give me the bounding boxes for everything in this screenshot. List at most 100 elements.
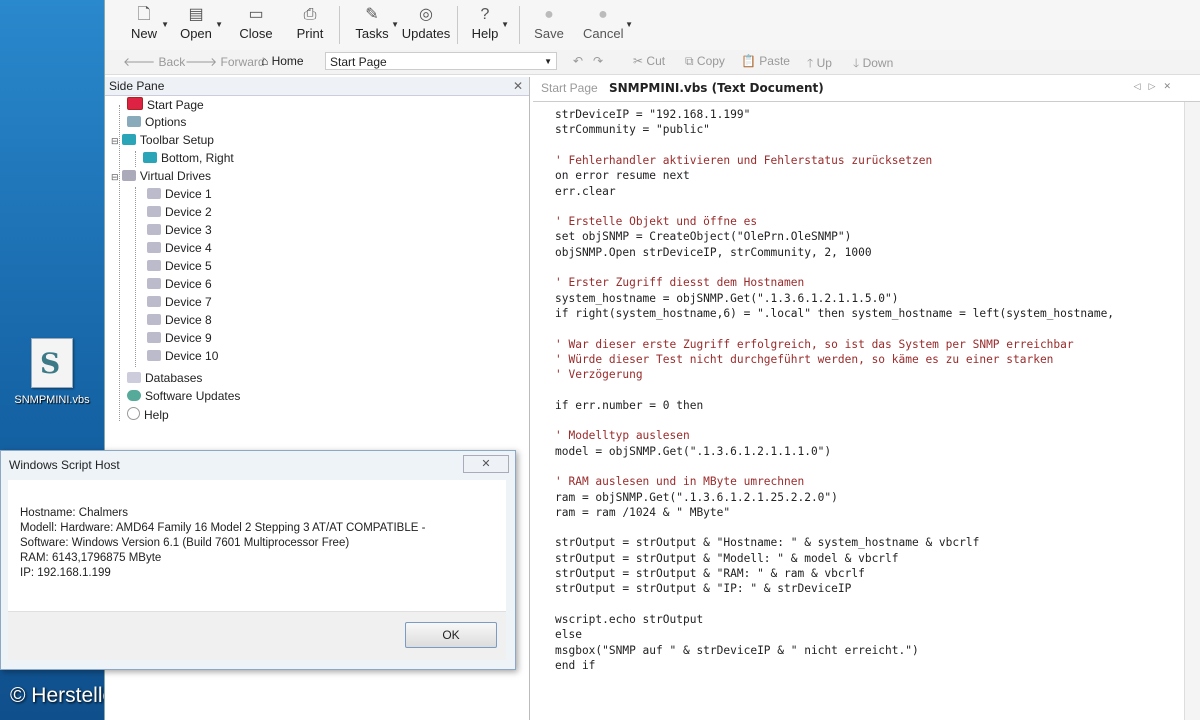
open-button[interactable]: ▤ Open ▼ bbox=[179, 6, 223, 48]
tree-item-start-page[interactable]: Start Page bbox=[127, 97, 204, 112]
tree-item-device-8[interactable]: Device 8 bbox=[147, 313, 212, 327]
tree-item-device-1[interactable]: Device 1 bbox=[147, 187, 212, 201]
code-line: ' RAM auslesen und in MByte umrechnen bbox=[555, 475, 805, 489]
undo-icon[interactable]: ↶ bbox=[573, 54, 583, 68]
start-page-icon bbox=[127, 97, 143, 110]
windows-script-host-dialog: Windows Script Host ✕ Hostname: Chalmers… bbox=[0, 450, 516, 670]
updates-button[interactable]: ◎ Updates bbox=[401, 6, 451, 48]
close-icon[interactable]: ✕ bbox=[513, 77, 523, 95]
arrow-up-icon: 🡑 bbox=[807, 56, 814, 70]
tree-item-device-9[interactable]: Device 9 bbox=[147, 331, 212, 345]
globe-icon bbox=[127, 390, 141, 401]
tab-snmpmini[interactable]: SNMPMINI.vbs (Text Document) bbox=[609, 81, 824, 95]
toolbar-divider bbox=[457, 6, 458, 44]
tab-scroll-arrows[interactable]: ◁▷✕ bbox=[1134, 81, 1179, 92]
code-line: ' Würde dieser Test nicht durchgeführt w… bbox=[555, 352, 1054, 366]
help-icon bbox=[127, 407, 140, 420]
chevron-down-icon[interactable]: ▼ bbox=[215, 20, 223, 29]
chevron-down-icon[interactable]: ▼ bbox=[501, 20, 509, 29]
tree-item-device-7[interactable]: Device 7 bbox=[147, 295, 212, 309]
paste-icon: 📋 bbox=[741, 54, 756, 68]
up-button[interactable]: 🡑 Up bbox=[807, 54, 832, 75]
code-line: ram = ram /1024 & " MByte" bbox=[555, 505, 731, 519]
updates-icon: ◎ bbox=[419, 6, 433, 23]
print-button[interactable]: ⎙ Print bbox=[295, 6, 325, 48]
desktop-file-icon[interactable]: S SNMPMINI.vbs bbox=[6, 338, 98, 406]
cancel-button[interactable]: ● Cancel ▼ bbox=[583, 6, 633, 48]
code-line: err.clear bbox=[555, 184, 616, 198]
tree-item-device-3[interactable]: Device 3 bbox=[147, 223, 212, 237]
vertical-scrollbar[interactable] bbox=[1184, 102, 1200, 720]
tree-item-virtual-drives[interactable]: ⊟ Virtual Drives bbox=[111, 169, 211, 183]
toolbar-divider bbox=[339, 6, 340, 44]
code-line: msgbox("SNMP auf " & strDeviceIP & " nic… bbox=[555, 643, 919, 657]
home-icon: ⌂ bbox=[261, 54, 269, 68]
help-button[interactable]: ? Help ▼ bbox=[471, 6, 509, 48]
tree-item-help[interactable]: Help bbox=[127, 407, 169, 422]
tree-item-bottom-right[interactable]: Bottom, Right bbox=[143, 151, 234, 165]
tree-item-device-10[interactable]: Device 10 bbox=[147, 349, 218, 363]
new-button[interactable]: 🗋 New ▼ bbox=[129, 6, 169, 48]
tree-item-device-4[interactable]: Device 4 bbox=[147, 241, 212, 255]
forward-button[interactable]: 🡒 Forward bbox=[185, 54, 265, 69]
chevron-down-icon[interactable]: ▼ bbox=[391, 20, 399, 29]
message-line-ip: IP: 192.168.1.199 bbox=[20, 567, 111, 579]
close-button[interactable]: ▭ Close bbox=[239, 6, 273, 48]
dialog-title-bar: Windows Script Host ✕ bbox=[1, 451, 515, 479]
down-button[interactable]: 🡓 Down bbox=[853, 54, 893, 75]
dialog-button-area: OK bbox=[8, 611, 506, 660]
side-pane-header: Side Pane ✕ bbox=[105, 77, 529, 96]
home-button[interactable]: ⌂ Home bbox=[261, 54, 304, 68]
tree-item-options[interactable]: Options bbox=[127, 115, 186, 129]
close-icon: ✕ bbox=[481, 458, 491, 470]
copy-button[interactable]: ⧉ Copy bbox=[685, 54, 725, 69]
tree-guide bbox=[135, 151, 136, 167]
paste-button[interactable]: 📋 Paste bbox=[741, 54, 790, 68]
address-combobox[interactable]: Start Page ▼ bbox=[325, 52, 557, 70]
main-toolbar: 🗋 New ▼ ▤ Open ▼ ▭ Close ⎙ Print ✎ Tasks… bbox=[105, 0, 1200, 50]
code-editor[interactable]: strDeviceIP = "192.168.1.199" strCommunit… bbox=[533, 102, 1200, 720]
code-line: else bbox=[555, 628, 582, 642]
tree-item-device-6[interactable]: Device 6 bbox=[147, 277, 212, 291]
toolbar-divider bbox=[519, 6, 520, 44]
tree-item-software-updates[interactable]: Software Updates bbox=[127, 389, 240, 403]
collapse-icon[interactable]: ⊟ bbox=[111, 172, 119, 182]
save-button[interactable]: ● Save bbox=[533, 6, 565, 48]
tree-item-databases[interactable]: Databases bbox=[127, 371, 202, 385]
drive-icon bbox=[147, 224, 161, 235]
cut-button[interactable]: ✂ Cut bbox=[633, 54, 665, 68]
ok-button[interactable]: OK bbox=[405, 622, 497, 648]
back-button[interactable]: 🡐 Back bbox=[123, 54, 185, 69]
drive-icon bbox=[147, 188, 161, 199]
editor-tab-bar: Start Page SNMPMINI.vbs (Text Document) … bbox=[533, 77, 1200, 102]
tree-item-device-5[interactable]: Device 5 bbox=[147, 259, 212, 273]
chevron-down-icon[interactable]: ▼ bbox=[161, 20, 169, 29]
code-line: ' War dieser erste Zugriff erfolgreich, … bbox=[555, 337, 1074, 351]
tree-item-device-2[interactable]: Device 2 bbox=[147, 205, 212, 219]
collapse-icon[interactable]: ⊟ bbox=[111, 136, 119, 146]
code-line: ' Erstelle Objekt und öffne es bbox=[555, 215, 758, 229]
drive-icon bbox=[147, 260, 161, 271]
tab-start-page[interactable]: Start Page bbox=[541, 81, 598, 95]
message-line-ram: RAM: 6143,1796875 MByte bbox=[20, 552, 162, 564]
save-icon: ● bbox=[544, 6, 554, 23]
code-line: strOutput = strOutput & "Hostname: " & s… bbox=[555, 536, 980, 550]
code-line: ' Verzögerung bbox=[555, 368, 643, 382]
copy-icon: ⧉ bbox=[685, 54, 694, 68]
message-line-hostname: Hostname: Chalmers bbox=[20, 507, 129, 519]
arrow-down-icon: 🡓 bbox=[853, 56, 860, 70]
message-line-model: Modell: Hardware: AMD64 Family 16 Model … bbox=[20, 522, 426, 534]
code-line: system_hostname = objSNMP.Get(".1.3.6.1.… bbox=[555, 291, 899, 305]
drive-icon bbox=[147, 332, 161, 343]
drive-icon bbox=[147, 206, 161, 217]
vbs-file-icon: S bbox=[31, 338, 73, 388]
redo-icon[interactable]: ↷ bbox=[593, 54, 603, 68]
tasks-button[interactable]: ✎ Tasks ▼ bbox=[355, 6, 399, 48]
dialog-close-button[interactable]: ✕ bbox=[463, 455, 509, 473]
code-line: objSNMP.Open strDeviceIP, strCommunity, … bbox=[555, 245, 872, 259]
chevron-down-icon[interactable]: ▼ bbox=[544, 53, 552, 71]
message-line-software: Software: Windows Version 6.1 (Build 760… bbox=[20, 537, 350, 549]
chevron-down-icon[interactable]: ▼ bbox=[625, 20, 633, 29]
tree-item-toolbar-setup[interactable]: ⊟ Toolbar Setup bbox=[111, 133, 214, 147]
code-line: if right(system_hostname,6) = ".local" t… bbox=[555, 306, 1115, 320]
